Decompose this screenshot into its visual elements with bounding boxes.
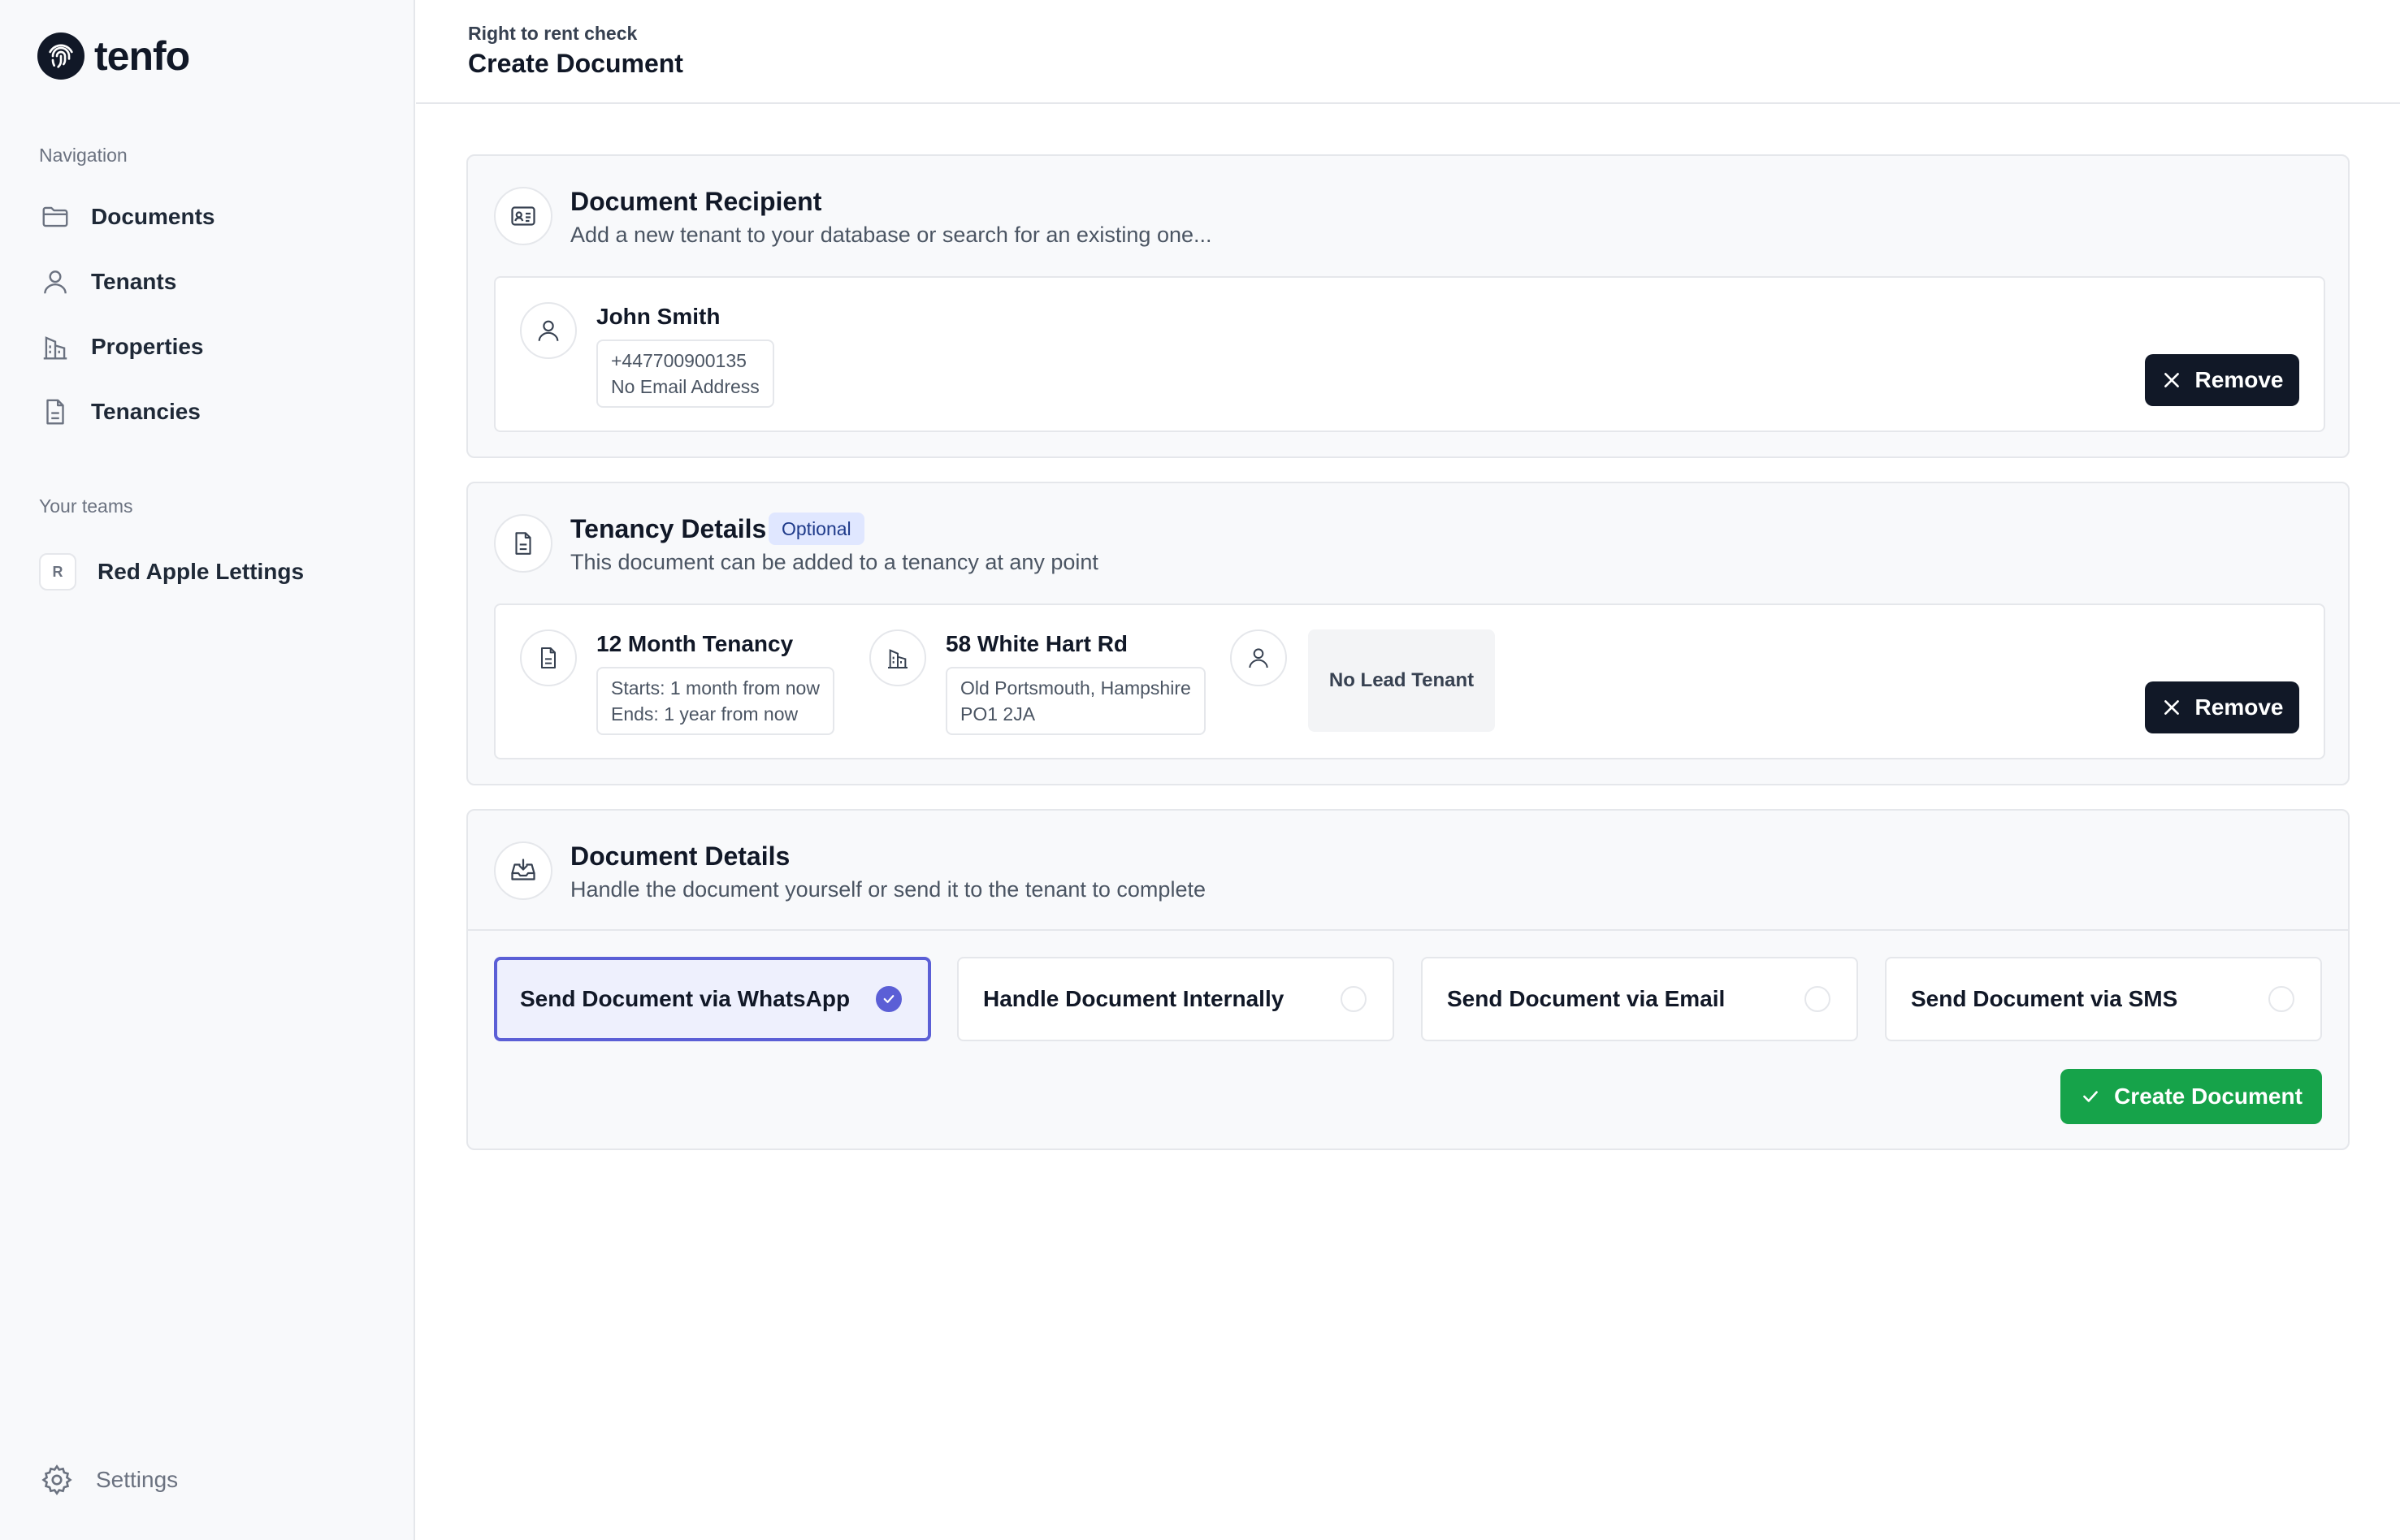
settings-label: Settings xyxy=(96,1467,179,1492)
team-initial-badge: R xyxy=(39,553,76,590)
option-label: Send Document via Email xyxy=(1447,986,1726,1011)
option-whatsapp[interactable]: Send Document via WhatsApp xyxy=(494,957,931,1041)
radio-icon[interactable] xyxy=(1804,986,1830,1012)
document-icon xyxy=(520,629,577,686)
brand-logo[interactable]: tenfo xyxy=(37,32,190,80)
property-address-line1: Old Portsmouth, Hampshire xyxy=(960,677,1191,699)
breadcrumb[interactable]: Right to rent check xyxy=(468,23,637,45)
document-recipient-card: Document Recipient Add a new tenant to y… xyxy=(466,154,2350,458)
option-label: Handle Document Internally xyxy=(983,986,1284,1011)
details-title: Document Details xyxy=(570,841,791,871)
sidebar-item-tenancies[interactable]: Tenancies xyxy=(39,391,201,432)
fingerprint-icon xyxy=(37,32,84,80)
remove-label: Remove xyxy=(2194,367,2284,392)
option-sms[interactable]: Send Document via SMS xyxy=(1885,957,2322,1041)
settings-link[interactable]: Settings xyxy=(39,1462,178,1498)
tenancy-subtitle: This document can be added to a tenancy … xyxy=(570,550,1098,574)
page-title: Create Document xyxy=(468,49,683,78)
sidebar-item-label: Properties xyxy=(91,334,204,359)
tenant-contact-chip: +447700900135 No Email Address xyxy=(596,340,774,408)
property-name: 58 White Hart Rd xyxy=(946,631,1129,656)
tenancy-start: Starts: 1 month from now xyxy=(611,677,820,699)
user-icon xyxy=(39,266,71,298)
sidebar-item-label: Documents xyxy=(91,204,215,229)
recipient-title: Document Recipient xyxy=(570,187,822,216)
radio-icon[interactable] xyxy=(2268,986,2294,1012)
property-address-chip: Old Portsmouth, Hampshire PO1 2JA xyxy=(946,667,1206,735)
sidebar: tenfo Navigation Documents Tenants Prope… xyxy=(0,0,415,1540)
remove-tenancy-button[interactable]: Remove xyxy=(2145,681,2299,733)
tenant-email: No Email Address xyxy=(611,376,760,397)
building-icon xyxy=(869,629,926,686)
create-document-button[interactable]: Create Document xyxy=(2060,1069,2322,1124)
option-email[interactable]: Send Document via Email xyxy=(1421,957,1858,1041)
radio-checked-icon[interactable] xyxy=(876,986,902,1012)
property-address-line2: PO1 2JA xyxy=(960,703,1036,725)
tenant-name: John Smith xyxy=(596,304,721,329)
lead-tenant-placeholder: No Lead Tenant xyxy=(1308,629,1495,732)
tenant-phone: +447700900135 xyxy=(611,350,747,371)
close-icon xyxy=(2161,370,2182,391)
divider xyxy=(468,929,2348,931)
tenancy-entry: 12 Month Tenancy Starts: 1 month from no… xyxy=(494,603,2325,759)
id-card-icon xyxy=(494,187,552,245)
close-icon xyxy=(2161,697,2182,718)
teams-section-label: Your teams xyxy=(39,495,133,517)
sidebar-item-properties[interactable]: Properties xyxy=(39,327,204,367)
document-icon xyxy=(39,396,71,428)
sidebar-item-label: Tenants xyxy=(91,269,177,294)
create-label: Create Document xyxy=(2114,1084,2303,1109)
sidebar-item-documents[interactable]: Documents xyxy=(39,197,214,237)
recipient-subtitle: Add a new tenant to your database or sea… xyxy=(570,223,1212,247)
team-item-red-apple-lettings[interactable]: R Red Apple Lettings xyxy=(39,552,304,591)
folder-icon xyxy=(39,201,71,233)
tenancy-dates-chip: Starts: 1 month from now Ends: 1 year fr… xyxy=(596,667,834,735)
sidebar-item-label: Tenancies xyxy=(91,399,201,424)
optional-badge: Optional xyxy=(769,513,864,545)
building-icon xyxy=(39,331,71,363)
inbox-download-icon xyxy=(494,841,552,900)
option-label: Send Document via SMS xyxy=(1911,986,2178,1011)
radio-icon[interactable] xyxy=(1341,986,1367,1012)
option-label: Send Document via WhatsApp xyxy=(520,986,851,1011)
team-name: Red Apple Lettings xyxy=(97,559,305,584)
tenancy-end: Ends: 1 year from now xyxy=(611,703,799,725)
details-subtitle: Handle the document yourself or send it … xyxy=(570,877,1206,902)
user-icon xyxy=(520,302,577,359)
option-internal[interactable]: Handle Document Internally xyxy=(957,957,1394,1041)
check-icon xyxy=(2080,1086,2101,1107)
document-details-card: Document Details Handle the document you… xyxy=(466,809,2350,1150)
tenancy-title: Tenancy Details xyxy=(570,514,767,543)
sidebar-item-tenants[interactable]: Tenants xyxy=(39,262,176,302)
recipient-entry: John Smith +447700900135 No Email Addres… xyxy=(494,276,2325,432)
gear-icon xyxy=(39,1462,75,1498)
user-icon xyxy=(1230,629,1287,686)
remove-label: Remove xyxy=(2194,694,2284,720)
remove-recipient-button[interactable]: Remove xyxy=(2145,354,2299,406)
brand-name: tenfo xyxy=(94,33,190,79)
page-header: Right to rent check Create Document xyxy=(416,0,2400,104)
document-icon xyxy=(494,514,552,573)
nav-section-label: Navigation xyxy=(39,145,128,166)
tenancy-name: 12 Month Tenancy xyxy=(596,631,794,656)
tenancy-details-card: Tenancy Details Optional This document c… xyxy=(466,482,2350,785)
